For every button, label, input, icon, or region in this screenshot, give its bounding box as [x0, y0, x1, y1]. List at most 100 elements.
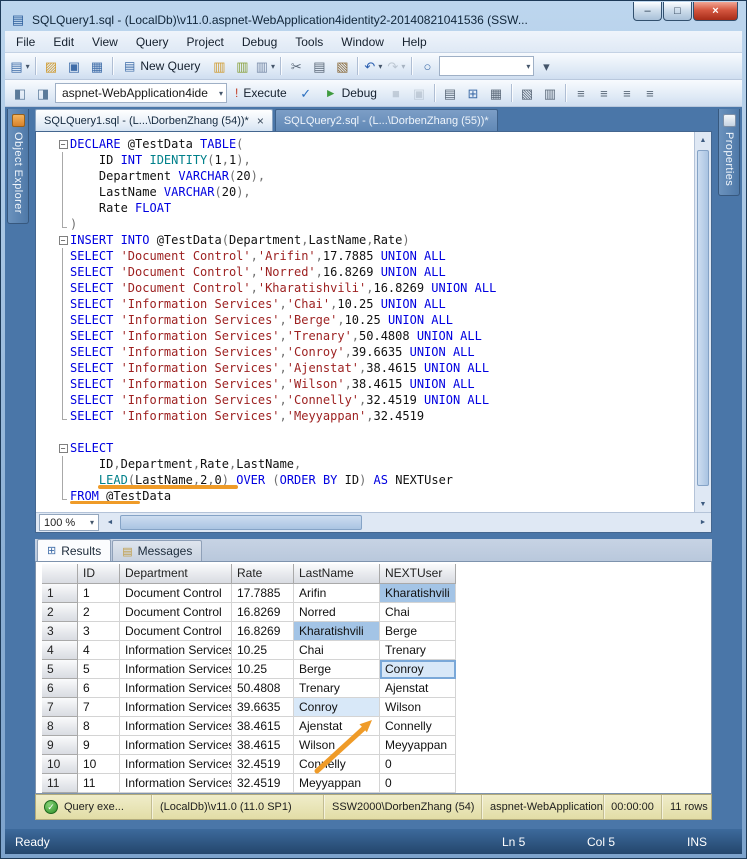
cell-rate[interactable]: 16.8269 [232, 622, 294, 641]
change-connection-icon[interactable]: ◨ [32, 82, 54, 104]
cell-next[interactable]: Wilson [380, 698, 456, 717]
cell-id[interactable]: 10 [78, 755, 120, 774]
new-query-button[interactable]: ▤ New Query [117, 55, 207, 77]
menu-project[interactable]: Project [178, 32, 233, 52]
cell-id[interactable]: 7 [78, 698, 120, 717]
results-to-grid-icon[interactable]: ⊞ [462, 82, 484, 104]
column-header-rate[interactable]: Rate [232, 564, 294, 584]
sql-editor[interactable]: − DECLARE @TestData TABLE( ID INT IDENTIT… [35, 131, 712, 533]
cell-next[interactable]: Ajenstat [380, 679, 456, 698]
results-to-text-icon[interactable]: ▤ [439, 82, 461, 104]
cell-id[interactable]: 3 [78, 622, 120, 641]
cell-last[interactable]: Arifin [294, 584, 380, 603]
menu-query[interactable]: Query [127, 32, 178, 52]
cell-dept[interactable]: Document Control [120, 584, 232, 603]
cell-id[interactable]: 8 [78, 717, 120, 736]
editor-vertical-scrollbar[interactable]: ▲ ▼ [694, 132, 711, 512]
estimated-plan-icon[interactable]: ▧ [516, 82, 538, 104]
outdent-icon[interactable]: ≡ [639, 82, 661, 104]
close-button[interactable]: × [693, 2, 738, 21]
cell-dept[interactable]: Information Services [120, 679, 232, 698]
new-analysis-query-icon[interactable]: ▥ [231, 55, 253, 77]
cell-next[interactable]: Connelly [380, 717, 456, 736]
paste-icon[interactable]: ▧ [331, 55, 353, 77]
cell-id[interactable]: 1 [78, 584, 120, 603]
cell-id[interactable]: 11 [78, 774, 120, 793]
cell-next[interactable]: 0 [380, 774, 456, 793]
cell-last[interactable]: Norred [294, 603, 380, 622]
cell-id[interactable]: 4 [78, 641, 120, 660]
cell-dept[interactable]: Document Control [120, 622, 232, 641]
menu-help[interactable]: Help [393, 32, 436, 52]
tab-messages[interactable]: ▤ Messages [112, 540, 203, 561]
fold-collapse-icon[interactable]: − [58, 235, 68, 245]
cell-rate[interactable]: 38.4615 [232, 717, 294, 736]
cell-rate[interactable]: 10.25 [232, 641, 294, 660]
cell-next[interactable]: Chai [380, 603, 456, 622]
menu-edit[interactable]: Edit [44, 32, 83, 52]
object-explorer-tab[interactable]: Object Explorer [7, 109, 29, 224]
scroll-up-icon[interactable]: ▲ [695, 132, 711, 148]
cell-dept[interactable]: Information Services [120, 774, 232, 793]
fold-margin[interactable]: − [56, 232, 70, 248]
new-file-icon[interactable]: ▤ ▾ [9, 55, 31, 77]
cell-rate[interactable]: 17.7885 [232, 584, 294, 603]
connect-icon[interactable]: ◧ [9, 82, 31, 104]
cell-id[interactable]: 9 [78, 736, 120, 755]
row-number[interactable]: 6 [42, 679, 78, 698]
save-icon[interactable]: ▣ [63, 55, 85, 77]
execute-button[interactable]: ! Execute [228, 82, 294, 104]
row-number[interactable]: 7 [42, 698, 78, 717]
cell-id[interactable]: 6 [78, 679, 120, 698]
row-number[interactable]: 10 [42, 755, 78, 774]
cell-next[interactable]: 0 [380, 755, 456, 774]
menu-view[interactable]: View [83, 32, 127, 52]
cell-rate[interactable]: 16.8269 [232, 603, 294, 622]
debug-button[interactable]: ► Debug [318, 82, 384, 104]
maximize-button[interactable]: □ [663, 2, 692, 21]
cell-dept[interactable]: Information Services [120, 698, 232, 717]
code-area[interactable]: − DECLARE @TestData TABLE( ID INT IDENTIT… [36, 132, 694, 512]
cell-next[interactable]: Berge [380, 622, 456, 641]
row-number[interactable]: 2 [42, 603, 78, 622]
toolbar-options-icon[interactable]: ▾ [535, 55, 557, 77]
find-icon[interactable]: ○ [416, 55, 438, 77]
properties-tab[interactable]: Properties [718, 109, 740, 197]
row-number[interactable]: 8 [42, 717, 78, 736]
column-header-id[interactable]: ID [78, 564, 120, 584]
undo-icon[interactable]: ↶ ▾ [362, 55, 384, 77]
copy-icon[interactable]: ▤ [308, 55, 330, 77]
cell-next[interactable]: Meyyappan [380, 736, 456, 755]
save-all-icon[interactable]: ▦ [86, 55, 108, 77]
cut-icon[interactable]: ✂ [285, 55, 307, 77]
open-file-icon[interactable]: ▨ [40, 55, 62, 77]
menu-window[interactable]: Window [332, 32, 393, 52]
new-xmla-query-icon[interactable]: ▥ ▾ [254, 55, 276, 77]
tab-results[interactable]: ⊞ Results [37, 539, 112, 561]
cell-id[interactable]: 5 [78, 660, 120, 679]
cell-next[interactable]: Kharatishvili [380, 584, 456, 603]
cell-last[interactable]: Chai [294, 641, 380, 660]
uncomment-icon[interactable]: ≡ [593, 82, 615, 104]
cell-last[interactable]: Conroy [294, 698, 380, 717]
cell-rate[interactable]: 10.25 [232, 660, 294, 679]
results-to-file-icon[interactable]: ▦ [485, 82, 507, 104]
cell-last[interactable]: Connelly [294, 755, 380, 774]
comment-icon[interactable]: ≡ [570, 82, 592, 104]
cell-rate[interactable]: 39.6635 [232, 698, 294, 717]
horizontal-scroll-track[interactable] [118, 513, 695, 532]
close-tab-icon[interactable]: × [257, 115, 264, 127]
column-header-nextuser[interactable]: NEXTUser [380, 564, 456, 584]
cell-dept[interactable]: Information Services [120, 717, 232, 736]
menu-tools[interactable]: Tools [286, 32, 332, 52]
menu-file[interactable]: File [7, 32, 44, 52]
doc-tab-1[interactable]: SQLQuery1.sql - (L...\DorbenZhang (54))*… [35, 109, 273, 131]
cell-next[interactable]: Conroy [380, 660, 456, 679]
cell-rate[interactable]: 38.4615 [232, 736, 294, 755]
cell-dept[interactable]: Information Services [120, 736, 232, 755]
grid-corner-cell[interactable] [42, 564, 78, 584]
scroll-left-icon[interactable]: ◄ [102, 519, 118, 526]
minimize-button[interactable]: – [633, 2, 662, 21]
row-number[interactable]: 11 [42, 774, 78, 793]
cell-id[interactable]: 2 [78, 603, 120, 622]
